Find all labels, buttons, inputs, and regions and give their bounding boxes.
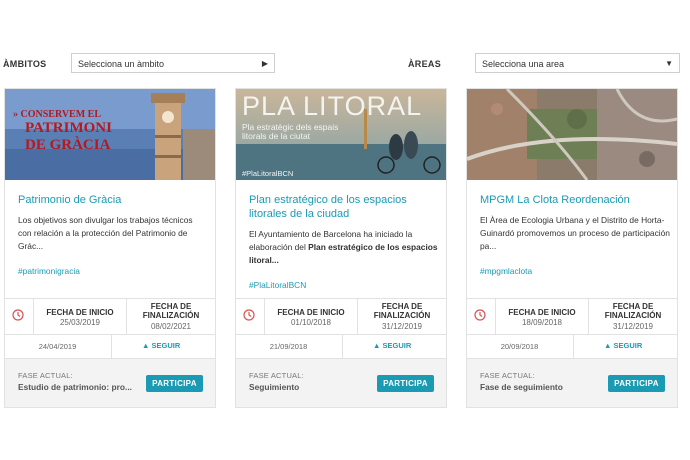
start-date-label: FECHA DE INICIO [508, 308, 576, 317]
up-arrow-icon: ▲ [373, 341, 381, 350]
banner-line-1: » CONSERVEM EL [13, 109, 101, 120]
phase-label: FASE ACTUAL: [480, 371, 535, 380]
card-description: Los objetivos son divulgar los trabajos … [18, 215, 193, 251]
published-date: 20/09/2018 [500, 342, 539, 351]
clock-icon [243, 309, 255, 321]
filter-bar: ÀMBITOS Selecciona un àmbito ▶ ÀREAS Sel… [0, 53, 690, 77]
published-date: 21/09/2018 [269, 342, 308, 351]
start-date-value: 18/09/2018 [521, 318, 563, 327]
card-footer: FASE ACTUAL: Estudio de patrimonio: pro.… [5, 359, 215, 407]
phase-label: FASE ACTUAL: [18, 371, 73, 380]
follow-label: SEGUIR [151, 341, 181, 350]
follow-button[interactable]: ▲ SEGUIR [373, 341, 411, 350]
up-arrow-icon: ▲ [604, 341, 612, 350]
published-date: 24/04/2019 [38, 342, 77, 351]
end-date-value: 08/02/2021 [150, 322, 192, 331]
card-dates: FECHA DE INICIO 18/09/2018 FECHA DE FINA… [467, 298, 677, 335]
follow-button[interactable]: ▲ SEGUIR [142, 341, 180, 350]
areas-select-value: Selecciona una area [482, 59, 565, 69]
start-date-label: FECHA DE INICIO [277, 308, 345, 317]
follow-label: SEGUIR [382, 341, 412, 350]
ambitos-select[interactable]: Selecciona un àmbito ▶ [71, 53, 275, 73]
chevron-down-icon: ▼ [665, 59, 673, 68]
up-arrow-icon: ▲ [142, 341, 150, 350]
card-footer: FASE ACTUAL: Fase de seguimiento PARTICI… [467, 359, 677, 407]
card-footer: FASE ACTUAL: Seguimiento PARTICIPA [236, 359, 446, 407]
card-dates: FECHA DE INICIO 25/03/2019 FECHA DE FINA… [5, 298, 215, 335]
card-meta: 20/09/2018 ▲ SEGUIR [467, 334, 677, 359]
card-hashtag[interactable]: #patrimonigracia [18, 266, 80, 276]
start-date-value: 25/03/2019 [59, 318, 101, 327]
clock-icon [12, 309, 24, 321]
process-card-pla-litoral: PLA LITORAL Pla estratègic dels espais l… [235, 88, 447, 408]
chevron-right-icon: ▶ [261, 59, 268, 68]
participa-button[interactable]: PARTICIPA [146, 375, 203, 392]
start-date-label: FECHA DE INICIO [46, 308, 114, 317]
follow-label: SEGUIR [613, 341, 643, 350]
card-image-pla-litoral[interactable]: PLA LITORAL Pla estratègic dels espais l… [236, 89, 446, 180]
card-hashtag[interactable]: #PlaLitoralBCN [249, 280, 306, 290]
ambitos-label: ÀMBITOS [3, 59, 47, 69]
card-description: El Ayuntamiento de Barcelona ha iniciado… [249, 228, 439, 267]
clock-icon [474, 309, 486, 321]
phase-value: Seguimiento [249, 382, 300, 392]
card-description: El Àrea de Ecologia Urbana y el Distrito… [480, 215, 670, 251]
card-image-patrimoni[interactable]: » CONSERVEM EL PATRIMONI DE GRÀCIA [5, 89, 215, 180]
card-title[interactable]: Plan estratégico de los espacios litoral… [249, 193, 439, 221]
process-card-la-clota: MPGM La Clota Reordenación El Àrea de Ec… [466, 88, 678, 408]
card-title[interactable]: MPGM La Clota Reordenación [480, 193, 670, 207]
areas-select[interactable]: Selecciona una area ▼ [475, 53, 680, 73]
participa-button[interactable]: PARTICIPA [608, 375, 665, 392]
end-date-label: FECHA DE FINALIZACIÓN [604, 302, 662, 320]
end-date-value: 31/12/2019 [381, 322, 423, 331]
aerial-map-image [467, 89, 677, 180]
end-date-value: 31/12/2019 [612, 322, 654, 331]
follow-button[interactable]: ▲ SEGUIR [604, 341, 642, 350]
ambitos-select-value: Selecciona un àmbito [78, 59, 165, 69]
participa-button[interactable]: PARTICIPA [377, 375, 434, 392]
card-title[interactable]: Patrimonio de Gràcia [18, 193, 208, 207]
card-hashtag[interactable]: #mpgmlaclota [480, 266, 532, 276]
end-date-label: FECHA DE FINALIZACIÓN [142, 302, 200, 320]
areas-label: ÀREAS [408, 59, 442, 69]
start-date-value: 01/10/2018 [290, 318, 332, 327]
phase-value: Estudio de patrimonio: pro... [18, 382, 132, 392]
banner-hashtag: #PlaLitoralBCN [242, 169, 294, 178]
card-image-la-clota[interactable] [467, 89, 677, 180]
banner-title: PLA LITORAL [242, 91, 423, 121]
card-dates: FECHA DE INICIO 01/10/2018 FECHA DE FINA… [236, 298, 446, 335]
banner-line-2: PATRIMONI [25, 120, 112, 136]
phase-label: FASE ACTUAL: [249, 371, 304, 380]
process-card-patrimoni: » CONSERVEM EL PATRIMONI DE GRÀCIA Patri… [4, 88, 216, 408]
card-meta: 21/09/2018 ▲ SEGUIR [236, 334, 446, 359]
phase-value: Fase de seguimiento [480, 382, 563, 392]
card-meta: 24/04/2019 ▲ SEGUIR [5, 334, 215, 359]
banner-line-3: DE GRÀCIA [25, 137, 111, 153]
end-date-label: FECHA DE FINALIZACIÓN [373, 302, 431, 320]
banner-subtitle: Pla estratègic dels espais litorals de l… [242, 122, 339, 141]
